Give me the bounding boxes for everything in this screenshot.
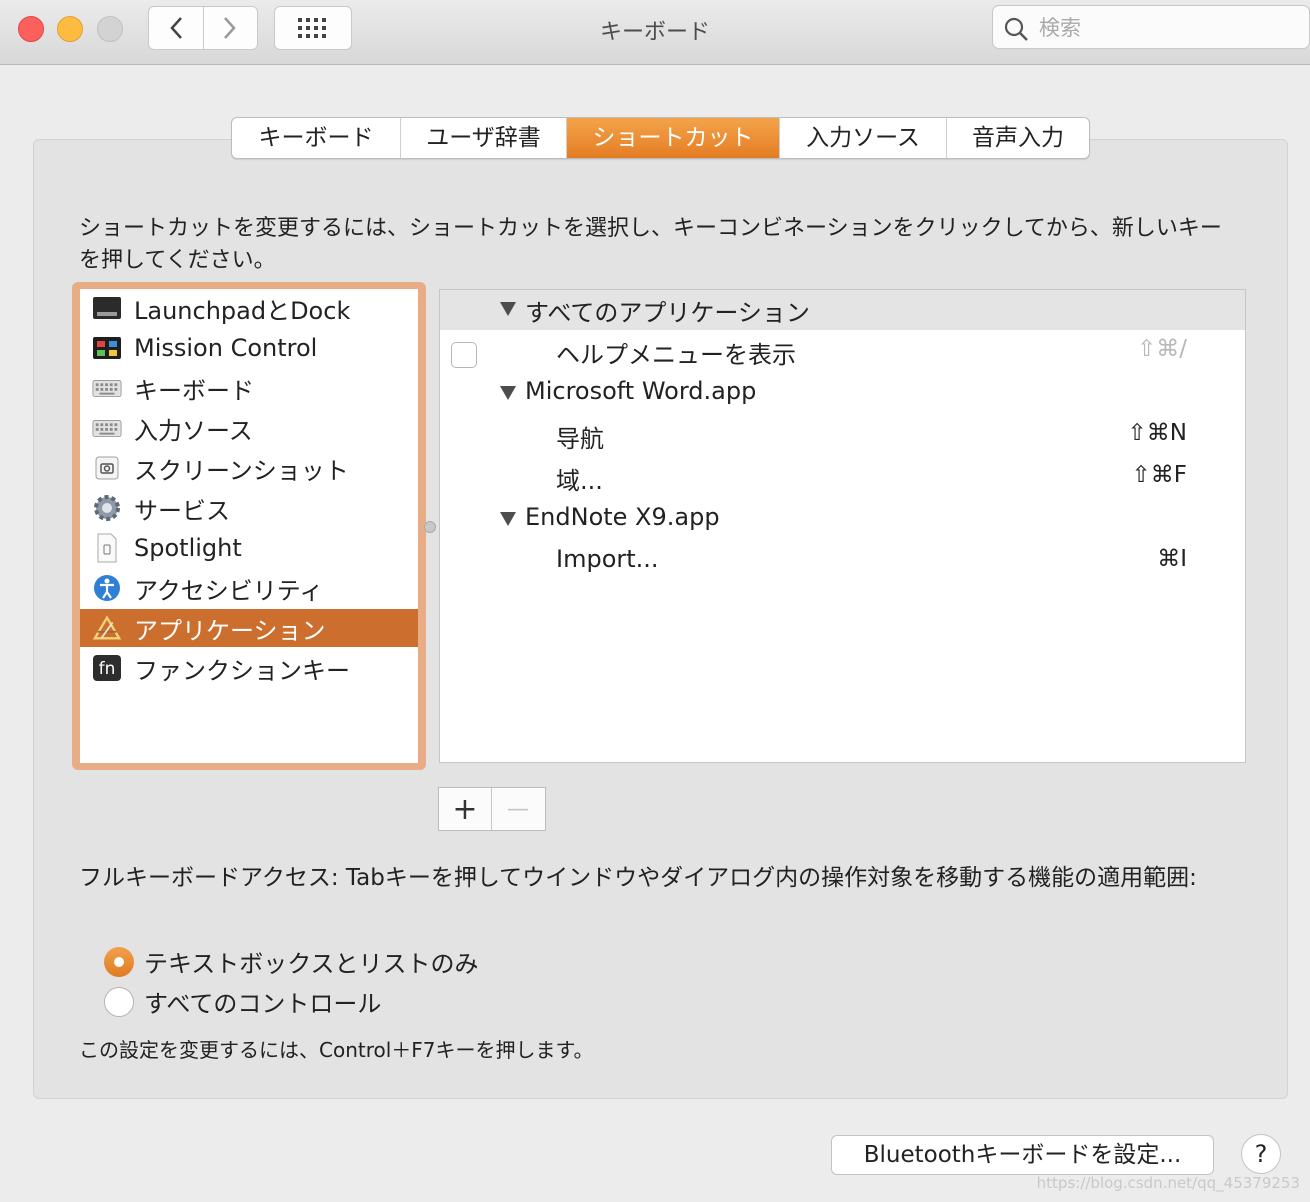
group-label: EndNote X9.app	[525, 503, 720, 531]
shortcut-label: ヘルプメニューを表示	[556, 341, 796, 369]
search-input[interactable]	[1037, 12, 1301, 44]
category-label: サービス	[134, 496, 230, 525]
group-row-endnote[interactable]: EndNote X9.app	[440, 500, 1245, 540]
shortcut-keys[interactable]: ⇧⌘/	[1137, 336, 1187, 362]
shortcut-keys[interactable]: ⇧⌘N	[1128, 420, 1187, 446]
remove-shortcut-button[interactable]: —	[492, 788, 544, 830]
svg-text:fn: fn	[99, 659, 116, 679]
radio-button-selected[interactable]	[104, 946, 134, 977]
split-view-divider-handle[interactable]	[424, 521, 436, 533]
group-row-word[interactable]: Microsoft Word.app	[440, 374, 1245, 414]
accessibility-icon	[92, 573, 122, 603]
tab-bar: キーボード ユーザ辞書 ショートカット 入力ソース 音声入力	[231, 117, 1090, 159]
category-label: Mission Control	[134, 334, 318, 362]
watermark: https://blog.csdn.net/qq_45379253	[1036, 1174, 1300, 1192]
group-row-all-apps[interactable]: すべてのアプリケーション	[440, 290, 1245, 330]
full-keyboard-access-label: フルキーボードアクセス: Tabキーを押してウインドウやダイアログ内の操作対象を…	[79, 865, 1197, 891]
shortcut-row[interactable]: ヘルプメニューを表示 ⇧⌘/	[440, 332, 1245, 372]
category-services[interactable]: サービス	[80, 489, 418, 527]
category-label: キーボード	[134, 376, 254, 405]
add-remove-control: + —	[438, 787, 546, 831]
shortcut-row[interactable]: 域... ⇧⌘F	[440, 458, 1245, 498]
shortcut-row[interactable]: Import... ⌘I	[440, 542, 1245, 582]
disclosure-triangle-icon[interactable]	[500, 386, 516, 400]
search-icon	[1004, 17, 1028, 41]
category-label: 入力ソース	[134, 416, 253, 445]
disclosure-triangle-icon[interactable]	[500, 512, 516, 526]
category-accessibility[interactable]: アクセシビリティ	[80, 569, 418, 607]
category-label: ファンクションキー	[134, 656, 350, 685]
category-spotlight[interactable]: Spotlight	[80, 529, 418, 567]
category-screenshot[interactable]: スクリーンショット	[80, 449, 418, 487]
category-launchpad-dock[interactable]: LaunchpadとDock	[80, 289, 418, 327]
category-label: Spotlight	[134, 534, 242, 562]
category-label: スクリーンショット	[134, 456, 349, 485]
gear-icon	[92, 493, 122, 523]
mission-control-icon	[92, 333, 122, 363]
tab-keyboard[interactable]: キーボード	[232, 118, 401, 158]
category-applications[interactable]: アプリケーション	[80, 609, 418, 647]
group-label: Microsoft Word.app	[525, 377, 757, 405]
screenshot-icon	[92, 453, 122, 483]
tab-dictation[interactable]: 音声入力	[947, 118, 1089, 158]
radio-button[interactable]	[104, 986, 134, 1017]
search-field[interactable]	[992, 5, 1310, 49]
radio-text-boxes-and-lists[interactable]: テキストボックスとリストのみ	[104, 944, 479, 979]
disclosure-triangle-icon[interactable]	[500, 302, 516, 316]
shortcut-row[interactable]: 导航 ⇧⌘N	[440, 416, 1245, 456]
settings-note: この設定を変更するには、Control＋F7キーを押します。	[79, 1038, 594, 1062]
launchpad-dock-icon	[92, 293, 122, 323]
radio-label: すべてのコントロール	[144, 990, 382, 1018]
shortcut-keys[interactable]: ⇧⌘F	[1131, 462, 1187, 488]
tab-shortcuts[interactable]: ショートカット	[567, 118, 780, 158]
title-bar: キーボード	[0, 0, 1310, 65]
shortcut-label: 导航	[556, 425, 604, 453]
radio-label: テキストボックスとリストのみ	[144, 950, 479, 978]
group-label: すべてのアプリケーション	[525, 299, 810, 327]
category-label: アクセシビリティ	[134, 576, 324, 605]
category-keyboard[interactable]: キーボード	[80, 369, 418, 407]
shortcut-keys[interactable]: ⌘I	[1157, 546, 1187, 572]
radio-all-controls[interactable]: すべてのコントロール	[104, 984, 381, 1019]
category-mission-control[interactable]: Mission Control	[80, 329, 418, 367]
shortcut-table[interactable]: すべてのアプリケーション ヘルプメニューを表示 ⇧⌘/ Microsoft Wo…	[439, 289, 1246, 763]
instruction-text: ショートカットを変更するには、ショートカットを選択し、キーコンビネーションをクリ…	[79, 216, 1222, 273]
keyboard-icon	[92, 373, 122, 403]
tab-user-dictionary[interactable]: ユーザ辞書	[401, 118, 567, 158]
bluetooth-keyboard-setup-button[interactable]: Bluetoothキーボードを設定...	[831, 1135, 1214, 1175]
add-shortcut-button[interactable]: +	[439, 788, 492, 830]
applications-icon	[92, 613, 122, 643]
fn-key-icon: fn	[92, 653, 122, 683]
spotlight-icon	[92, 533, 122, 563]
shortcut-label: 域...	[556, 467, 603, 495]
category-label: LaunchpadとDock	[134, 296, 351, 325]
category-function-keys[interactable]: fn ファンクションキー	[80, 649, 418, 687]
category-label: アプリケーション	[134, 616, 326, 645]
enable-checkbox[interactable]	[451, 342, 477, 368]
help-button[interactable]: ?	[1241, 1134, 1281, 1174]
input-source-icon	[92, 413, 122, 443]
category-list[interactable]: LaunchpadとDock Mission Control キーボード 入力ソ…	[80, 289, 418, 763]
tab-input-sources[interactable]: 入力ソース	[780, 118, 947, 158]
category-input-sources[interactable]: 入力ソース	[80, 409, 418, 447]
shortcut-label: Import...	[556, 545, 659, 573]
